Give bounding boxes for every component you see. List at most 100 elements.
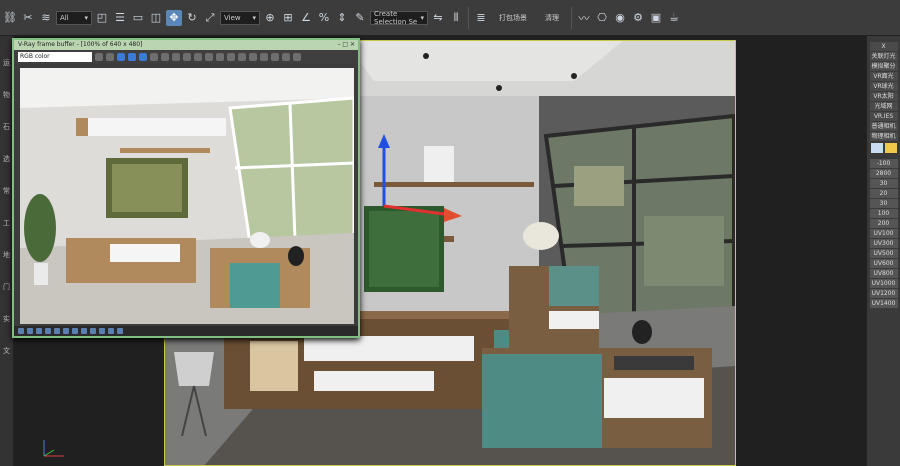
left-strip-label[interactable]: 文: [0, 346, 13, 356]
panel-button[interactable]: VR.IES: [869, 112, 898, 121]
mirror-icon[interactable]: ⇋: [430, 10, 446, 26]
value-button[interactable]: -100: [869, 159, 898, 168]
value-button[interactable]: 2800: [869, 169, 898, 178]
clear-icon[interactable]: [194, 53, 202, 61]
region-render-icon[interactable]: [216, 53, 224, 61]
light-color-swatch[interactable]: [884, 143, 897, 153]
color-correction-icon[interactable]: [249, 53, 257, 61]
render-icon[interactable]: [293, 53, 301, 61]
status-icon[interactable]: [18, 328, 24, 334]
bind-space-warp-icon[interactable]: ≋: [38, 10, 54, 26]
history-icon[interactable]: [260, 53, 268, 61]
window-controls[interactable]: – □ ✕: [337, 40, 355, 50]
percent-snap-icon[interactable]: %: [316, 10, 332, 26]
value-button[interactable]: UV1000: [869, 279, 898, 288]
clone-icon[interactable]: [106, 53, 114, 61]
value-button[interactable]: UV600: [869, 259, 898, 268]
vfb-channel-select[interactable]: RGB color: [18, 52, 92, 62]
green-channel-icon[interactable]: [128, 53, 136, 61]
snap-icon[interactable]: ⊞: [280, 10, 296, 26]
panel-button[interactable]: VR面光: [869, 72, 898, 81]
value-button[interactable]: UV800: [869, 269, 898, 278]
vfb-toolbar: RGB color: [14, 50, 358, 64]
minimize-icon[interactable]: –: [337, 41, 340, 48]
save-image-icon[interactable]: [172, 53, 180, 61]
panel-button[interactable]: VR球光: [869, 82, 898, 91]
select-rotate-icon[interactable]: ↻: [184, 10, 200, 26]
rendered-frame-icon[interactable]: ▣: [648, 10, 664, 26]
value-button[interactable]: 200: [869, 219, 898, 228]
select-object-icon[interactable]: ◰: [94, 10, 110, 26]
light-color-swatch[interactable]: [870, 143, 883, 153]
status-icon[interactable]: [27, 328, 33, 334]
panel-button[interactable]: 模拟聚分: [869, 62, 898, 71]
panel-close-button[interactable]: X: [869, 42, 898, 51]
vfb-titlebar[interactable]: V-Ray frame buffer - [100% of 640 x 480]…: [14, 40, 358, 50]
panel-button[interactable]: 普通相机: [869, 122, 898, 131]
edit-named-sel-icon[interactable]: ✎: [352, 10, 368, 26]
schematic-icon[interactable]: ⎔: [594, 10, 610, 26]
panel-button[interactable]: 关联灯光: [869, 52, 898, 61]
link-icon[interactable]: ⛓: [2, 10, 18, 26]
status-icon[interactable]: [36, 328, 42, 334]
render-last-icon[interactable]: [227, 53, 235, 61]
lens-effects-icon[interactable]: [238, 53, 246, 61]
status-icon[interactable]: [72, 328, 78, 334]
curve-editor-icon[interactable]: 〰: [576, 10, 592, 26]
mono-icon[interactable]: [161, 53, 169, 61]
save-image-icon[interactable]: [95, 53, 103, 61]
value-button[interactable]: UV1400: [869, 299, 898, 308]
status-icon[interactable]: [81, 328, 87, 334]
rect-selection-icon[interactable]: ▭: [130, 10, 146, 26]
window-crossing-icon[interactable]: ◫: [148, 10, 164, 26]
panel-button[interactable]: VR太阳: [869, 92, 898, 101]
alpha-channel-icon[interactable]: [150, 53, 158, 61]
value-button[interactable]: 30: [869, 199, 898, 208]
selection-filter-select[interactable]: All ▾: [56, 10, 92, 25]
panel-button[interactable]: 光域网: [869, 102, 898, 111]
pack-scene-menu-item[interactable]: 打包场景: [491, 13, 535, 23]
status-icon[interactable]: [63, 328, 69, 334]
blue-channel-icon[interactable]: [139, 53, 147, 61]
compare-icon[interactable]: [271, 53, 279, 61]
stop-render-icon[interactable]: [282, 53, 290, 61]
pivot-icon[interactable]: ⊕: [262, 10, 278, 26]
align-icon[interactable]: ⫴: [448, 10, 464, 26]
close-icon[interactable]: ✕: [350, 41, 355, 48]
load-image-icon[interactable]: [183, 53, 191, 61]
track-mouse-icon[interactable]: [205, 53, 213, 61]
maximize-icon[interactable]: □: [342, 41, 348, 48]
value-button[interactable]: 100: [869, 209, 898, 218]
status-icon[interactable]: [99, 328, 105, 334]
vfb-rendered-image[interactable]: [20, 68, 354, 324]
named-selection-select[interactable]: Create Selection Se ▾: [370, 10, 428, 26]
rendered-room-image: [20, 68, 354, 324]
panel-button[interactable]: 物理相机: [869, 132, 898, 141]
spinner-snap-icon[interactable]: ⇕: [334, 10, 350, 26]
value-button[interactable]: UV100: [869, 229, 898, 238]
status-icon[interactable]: [54, 328, 60, 334]
reference-coord-select[interactable]: View ▾: [220, 10, 260, 25]
red-channel-icon[interactable]: [117, 53, 125, 61]
clean-menu-item[interactable]: 清理: [537, 13, 567, 23]
select-move-icon[interactable]: ✥: [166, 9, 182, 26]
render-icon[interactable]: ☕: [666, 10, 682, 26]
status-icon[interactable]: [108, 328, 114, 334]
right-script-panel: X 关联灯光 模拟聚分 VR面光 VR球光 VR太阳 光域网 VR.IES 普通…: [866, 36, 900, 466]
angle-snap-icon[interactable]: ∠: [298, 10, 314, 26]
value-button[interactable]: UV500: [869, 249, 898, 258]
status-icon[interactable]: [45, 328, 51, 334]
unlink-icon[interactable]: ✂: [20, 10, 36, 26]
select-by-name-icon[interactable]: ☰: [112, 10, 128, 26]
render-setup-icon[interactable]: ⚙: [630, 10, 646, 26]
vray-frame-buffer-window[interactable]: V-Ray frame buffer - [100% of 640 x 480]…: [12, 38, 360, 338]
layer-icon[interactable]: ≣: [473, 10, 489, 26]
value-button[interactable]: UV1200: [869, 289, 898, 298]
material-editor-icon[interactable]: ◉: [612, 10, 628, 26]
status-icon[interactable]: [90, 328, 96, 334]
select-scale-icon[interactable]: ⤢: [202, 10, 218, 26]
status-icon[interactable]: [117, 328, 123, 334]
value-button[interactable]: 30: [869, 179, 898, 188]
value-button[interactable]: 20: [869, 189, 898, 198]
value-button[interactable]: UV300: [869, 239, 898, 248]
